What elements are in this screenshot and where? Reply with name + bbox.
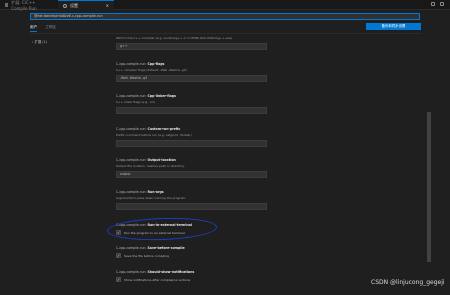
setting-title: C-cpp-compile-run: Run-args — [116, 190, 412, 194]
setting-custom-run-prefix: C-cpp-compile-run: Custom-run-prefix Pre… — [116, 127, 412, 147]
custom-run-prefix-input[interactable] — [116, 139, 267, 147]
setting-run-args: C-cpp-compile-run: Run-args Arguments to… — [116, 190, 412, 210]
tab-settings-label: 设置 — [70, 2, 78, 8]
setting-description: C++ compiler flags (default: -Wall -Wext… — [116, 67, 187, 72]
divider — [30, 33, 421, 34]
checkbox-row: ✓ Save the file before compiling — [116, 253, 412, 258]
setting-title: C-cpp-compile-run: Custom-run-prefix — [116, 127, 412, 131]
setting-cpp-compiler: g++ — [116, 43, 412, 50]
setting-title: C-cpp-compile-run: Output-location — [116, 158, 412, 162]
settings-icon — [63, 3, 67, 8]
setting-name: Run-args — [147, 190, 164, 194]
tab-extension[interactable]: 扩展: C/C++ Compile Run — [0, 0, 58, 11]
scope-tabs: 用户 工作区 — [30, 25, 56, 32]
input-value: g++ — [120, 44, 128, 48]
scrollbar-thumb[interactable] — [427, 112, 431, 262]
setting-name: Should-show-notifications — [147, 270, 195, 274]
settings-search-input[interactable]: @ext:danielpinto8zz6.c-cpp-compile-run — [30, 13, 420, 20]
setting-title: C-cpp-compile-run: Save-before-compile — [116, 246, 412, 250]
setting-description: Arguments to pass when running the progr… — [116, 195, 186, 200]
tab-settings[interactable]: 设置 ✕ — [58, 0, 114, 10]
setting-output-location: C-cpp-compile-run: Output-location Outpu… — [116, 158, 412, 178]
setting-name: Custom-run-prefix — [147, 127, 181, 131]
setting-save-before-compile: C-cpp-compile-run: Save-before-compile ✓… — [116, 246, 412, 258]
input-value: -Wall -Wextra -g3 — [120, 75, 148, 80]
setting-prefix: C-cpp-compile-run: — [116, 127, 148, 131]
editor-actions — [431, 2, 444, 6]
setting-description: Path to the C++ compiler (e.g. /usr/bin/… — [116, 36, 233, 40]
settings-search-value: @ext:danielpinto8zz6.c-cpp-compile-run — [34, 14, 103, 18]
should-show-notifications-checkbox[interactable]: ✓ — [116, 277, 121, 282]
setting-cpp-linker-flags: C-cpp-compile-run: Cpp-linker-flags C++ … — [116, 94, 412, 114]
setting-name: Cpp-flags — [147, 62, 165, 66]
setting-prefix: C-cpp-compile-run: — [116, 246, 148, 250]
tab-extension-label: 扩展: C/C++ Compile Run — [11, 0, 37, 11]
setting-prefix: C-cpp-compile-run: — [116, 62, 148, 66]
save-before-compile-checkbox[interactable]: ✓ — [116, 253, 121, 258]
close-icon[interactable]: ✕ — [106, 3, 109, 8]
setting-cpp-flags: C-cpp-compile-run: Cpp-flags C++ compile… — [116, 62, 412, 82]
toc-item-label: 扩展 (1) — [34, 40, 48, 44]
extension-icon — [5, 3, 9, 7]
setting-prefix: C-cpp-compile-run: — [116, 94, 148, 98]
setting-prefix: C-cpp-compile-run: — [116, 158, 148, 162]
setting-title: C-cpp-compile-run: Cpp-flags — [116, 62, 412, 66]
cpp-compiler-input[interactable]: g++ — [116, 43, 267, 50]
run-args-input[interactable] — [116, 202, 267, 210]
cpp-linker-flags-input[interactable] — [116, 106, 267, 114]
input-value: output — [120, 171, 131, 176]
toc-item-extensions[interactable]: › 扩展 (1) — [32, 39, 47, 44]
setting-should-show-notifications: C-cpp-compile-run: Should-show-notificat… — [116, 270, 412, 282]
backup-sync-button[interactable]: 备份和同步设置 — [366, 23, 421, 30]
setting-prefix: C-cpp-compile-run: — [116, 270, 148, 274]
setting-prefix: C-cpp-compile-run: — [116, 190, 148, 194]
setting-name: Output-location — [147, 158, 176, 162]
setting-title: C-cpp-compile-run: Cpp-linker-flags — [116, 94, 412, 98]
open-json-icon[interactable] — [440, 2, 444, 6]
tab-workspace[interactable]: 工作区 — [45, 25, 56, 32]
title-bar: 扩展: C/C++ Compile Run 设置 ✕ — [0, 0, 450, 11]
watermark: CSDN @linjucong_gegeji — [371, 279, 445, 286]
setting-description: C++ linker flags (e.g. -lm) — [116, 99, 156, 104]
setting-name: Save-before-compile — [147, 246, 185, 250]
setting-description: Output file location, relative path or d… — [116, 163, 185, 168]
split-editor-icon[interactable] — [431, 2, 435, 6]
checkbox-label: Show notifications after compile/run act… — [124, 277, 191, 282]
output-location-input[interactable]: output — [116, 170, 267, 178]
setting-name: Cpp-linker-flags — [147, 94, 176, 98]
settings-list: Path to the C++ compiler (e.g. /usr/bin/… — [116, 35, 412, 295]
tab-user[interactable]: 用户 — [30, 25, 38, 32]
checkbox-label: Save the file before compiling — [124, 253, 169, 258]
setting-title: C-cpp-compile-run: Should-show-notificat… — [116, 270, 412, 274]
checkbox-row: ✓ Show notifications after compile/run a… — [116, 277, 412, 282]
cpp-flags-input[interactable]: -Wall -Wextra -g3 — [116, 74, 267, 82]
setting-description: Prefix command before run (e.g. valgrind… — [116, 132, 192, 137]
